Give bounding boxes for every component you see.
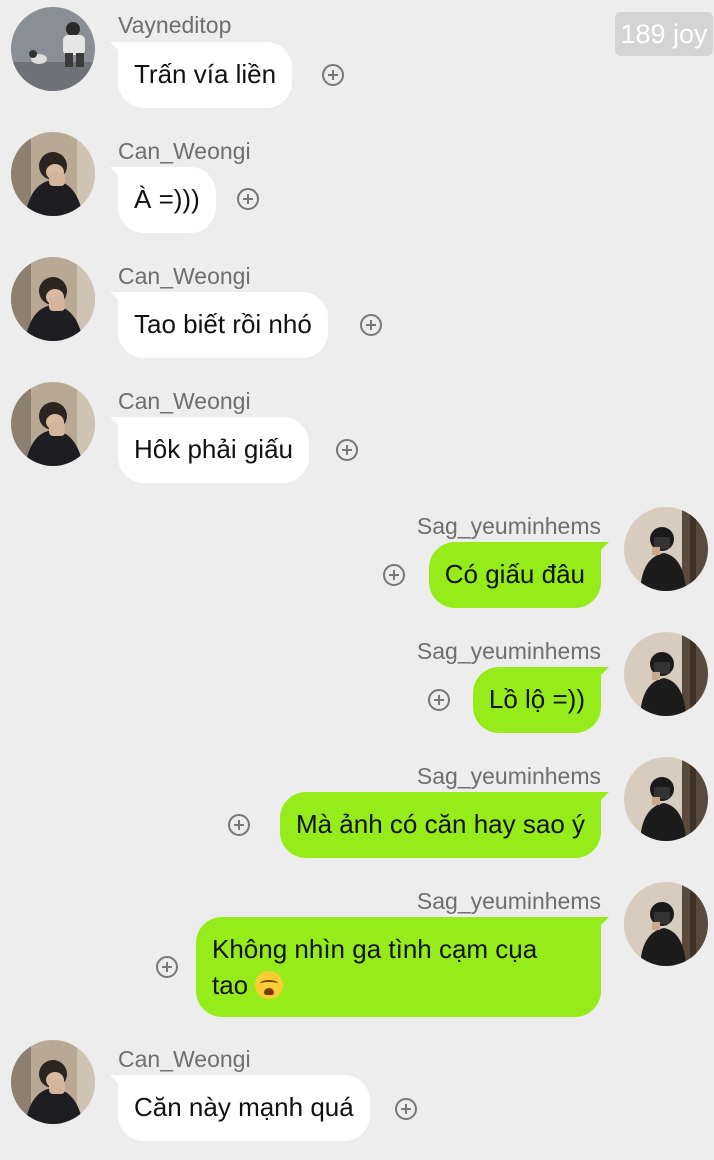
sender-name: Can_Weongi [118,1046,251,1072]
message-bubble[interactable]: Có giấu đâu [428,542,609,608]
message-bubble[interactable]: Không nhìn ga tình cạm cụa tao [196,917,609,1017]
message-text: Tao biết rồi nhó [134,309,312,339]
message-text: Trấn vía liền [134,59,277,89]
add-reaction-icon[interactable] [228,814,250,836]
add-reaction-icon[interactable] [383,564,405,586]
avatar-vayneditop[interactable] [11,7,95,91]
add-reaction-icon[interactable] [395,1098,417,1120]
message-bubble[interactable]: Tao biết rồi nhó [110,292,328,358]
sender-name: Sag_yeuminhems [416,888,601,914]
message-text: Có giấu đâu [444,559,585,589]
message-bubble[interactable]: Hôk phải giấu [110,417,309,483]
sender-name: Can_Weongi [118,263,251,289]
joy-counter-badge: 189 joy [615,12,713,56]
message-bubble[interactable]: Mà ảnh có căn hay sao ý [279,792,609,858]
avatar-sag-yeuminhems[interactable] [624,882,708,966]
sender-name: Can_Weongi [118,388,251,414]
message-text: À =))) [134,184,200,214]
message-text: Hôk phải giấu [134,434,293,464]
message-text: Mà ảnh có căn hay sao ý [295,809,585,839]
crying-face-emoji-icon [255,971,284,999]
add-reaction-icon[interactable] [428,689,450,711]
add-reaction-icon[interactable] [336,439,358,461]
add-reaction-icon[interactable] [237,188,259,210]
sender-name: Sag_yeuminhems [416,638,601,664]
avatar-sag-yeuminhems[interactable] [624,632,708,716]
message-bubble[interactable]: Căn này mạnh quá [110,1075,370,1141]
avatar-sag-yeuminhems[interactable] [624,507,708,591]
message-bubble[interactable]: Trấn vía liền [110,42,293,108]
message-bubble[interactable]: À =))) [110,167,216,233]
avatar-can-weongi[interactable] [11,382,95,466]
avatar-can-weongi[interactable] [11,257,95,341]
sender-name: Vayneditop [118,12,232,38]
sender-name: Sag_yeuminhems [416,513,601,539]
add-reaction-icon[interactable] [322,64,344,86]
message-text-line-2: tao [212,967,585,1003]
message-text: Lồ lộ =)) [488,684,585,714]
add-reaction-icon[interactable] [360,314,382,336]
avatar-sag-yeuminhems[interactable] [624,757,708,841]
sender-name: Can_Weongi [118,138,251,164]
message-text-line-1: Không nhìn ga tình cạm cụa [212,934,538,964]
add-reaction-icon[interactable] [156,956,178,978]
message-bubble[interactable]: Lồ lộ =)) [472,667,609,733]
sender-name: Sag_yeuminhems [416,763,601,789]
avatar-can-weongi[interactable] [11,1040,95,1124]
message-text: Căn này mạnh quá [134,1092,354,1122]
avatar-can-weongi[interactable] [11,132,95,216]
